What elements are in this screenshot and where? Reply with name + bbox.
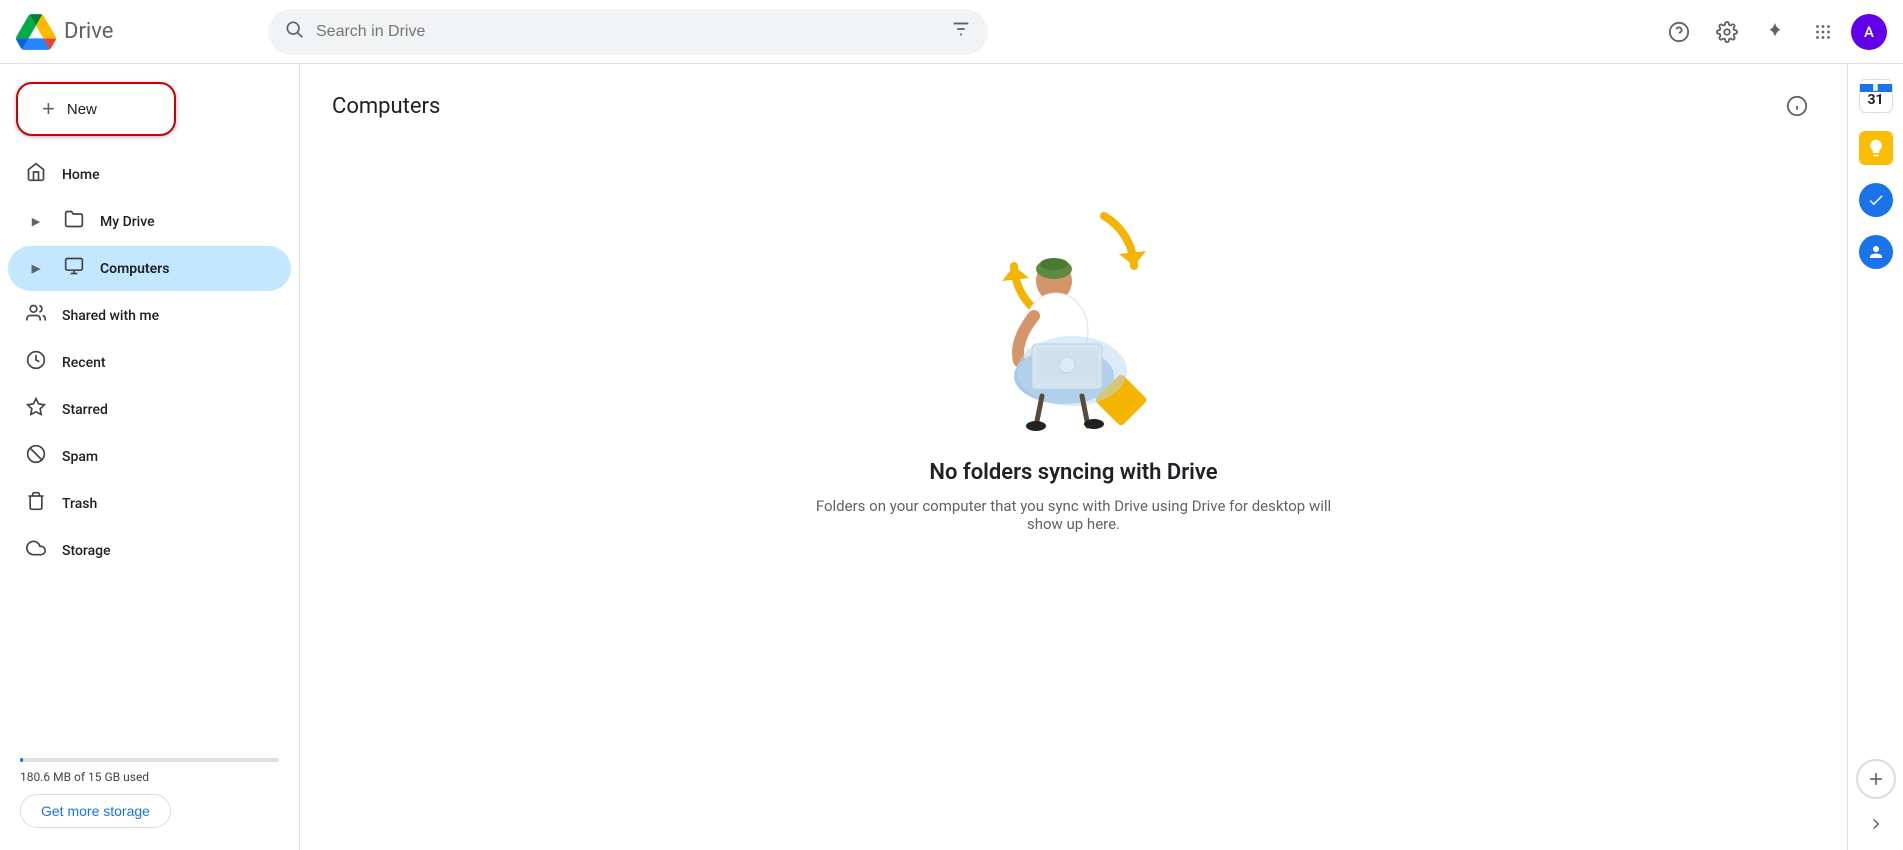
settings-button[interactable] — [1707, 12, 1747, 52]
empty-state: No folders syncing with Drive Folders on… — [332, 156, 1815, 533]
avatar[interactable]: A — [1851, 14, 1887, 50]
storage-bar-wrap — [20, 758, 279, 762]
sidebar-item-trash-label: Trash — [62, 496, 97, 512]
logo-area: Drive — [16, 12, 256, 52]
new-button-wrap: + New — [0, 74, 299, 152]
rail-contacts-icon[interactable] — [1856, 232, 1896, 272]
sidebar-item-trash[interactable]: Trash — [8, 481, 291, 526]
page-title-row: Computers — [332, 88, 1815, 124]
sidebar-item-spam[interactable]: Spam — [8, 434, 291, 479]
sidebar-item-home-label: Home — [62, 167, 100, 183]
help-button[interactable] — [1659, 12, 1699, 52]
search-filter-icon[interactable] — [950, 18, 972, 45]
recent-icon — [24, 350, 48, 375]
header-right: A — [1659, 12, 1887, 52]
rail-keep-icon[interactable] — [1856, 128, 1896, 168]
sidebar-item-computers[interactable]: ▶ Computers — [8, 246, 291, 291]
my-drive-arrow-icon: ▶ — [24, 215, 48, 228]
empty-state-subtitle: Folders on your computer that you sync w… — [814, 497, 1334, 533]
logo-text: Drive — [64, 19, 113, 44]
search-input[interactable] — [316, 23, 938, 41]
rail-calendar-icon[interactable]: ▐▌ 31 — [1856, 76, 1896, 116]
search-bar[interactable] — [268, 9, 988, 55]
sidebar-item-spam-label: Spam — [62, 449, 98, 465]
right-rail: ▐▌ 31 — [1847, 64, 1903, 850]
sidebar-item-home[interactable]: Home — [8, 152, 291, 197]
sidebar-item-my-drive-label: My Drive — [100, 214, 155, 230]
storage-icon — [24, 538, 48, 563]
apps-button[interactable] — [1803, 12, 1843, 52]
drive-logo-icon — [16, 12, 56, 52]
gemini-button[interactable] — [1755, 12, 1795, 52]
rail-add-button[interactable] — [1856, 759, 1896, 799]
computers-arrow-icon: ▶ — [24, 262, 48, 275]
get-storage-button[interactable]: Get more storage — [20, 794, 171, 828]
page-title: Computers — [332, 94, 440, 119]
plus-icon: + — [42, 98, 55, 120]
storage-bar-fill — [20, 758, 23, 762]
computers-icon — [62, 256, 86, 281]
spam-icon — [24, 444, 48, 469]
main-content: Computers — [300, 64, 1847, 850]
sidebar-item-recent[interactable]: Recent — [8, 340, 291, 385]
new-button-label: New — [67, 101, 97, 118]
new-button[interactable]: + New — [16, 82, 176, 136]
rail-tasks-icon[interactable] — [1856, 180, 1896, 220]
storage-section: 180.6 MB of 15 GB used Get more storage — [0, 746, 299, 840]
sidebar-item-starred-label: Starred — [62, 402, 108, 418]
header: Drive — [0, 0, 1903, 64]
starred-icon — [24, 397, 48, 422]
sidebar-item-shared-label: Shared with me — [62, 308, 159, 324]
my-drive-icon — [62, 209, 86, 234]
search-icon — [284, 19, 304, 44]
sidebar: + New Home ▶ — [0, 64, 300, 850]
sidebar-item-shared[interactable]: Shared with me — [8, 293, 291, 338]
info-button[interactable] — [1779, 88, 1815, 124]
sidebar-item-recent-label: Recent — [62, 355, 106, 371]
sidebar-item-storage-label: Storage — [62, 543, 111, 559]
sidebar-item-my-drive[interactable]: ▶ My Drive — [8, 199, 291, 244]
sidebar-item-starred[interactable]: Starred — [8, 387, 291, 432]
trash-icon — [24, 491, 48, 516]
empty-state-title: No folders syncing with Drive — [929, 460, 1217, 485]
storage-used-text: 180.6 MB of 15 GB used — [20, 770, 279, 784]
sidebar-item-storage[interactable]: Storage — [8, 528, 291, 573]
sidebar-item-computers-label: Computers — [100, 261, 169, 277]
rail-chevron-icon[interactable] — [1867, 815, 1885, 838]
shared-icon — [24, 303, 48, 328]
home-icon — [24, 162, 48, 187]
body-layout: + New Home ▶ — [0, 64, 1903, 850]
empty-illustration — [964, 196, 1184, 436]
sidebar-nav: Home ▶ My Drive ▶ — [0, 152, 299, 573]
